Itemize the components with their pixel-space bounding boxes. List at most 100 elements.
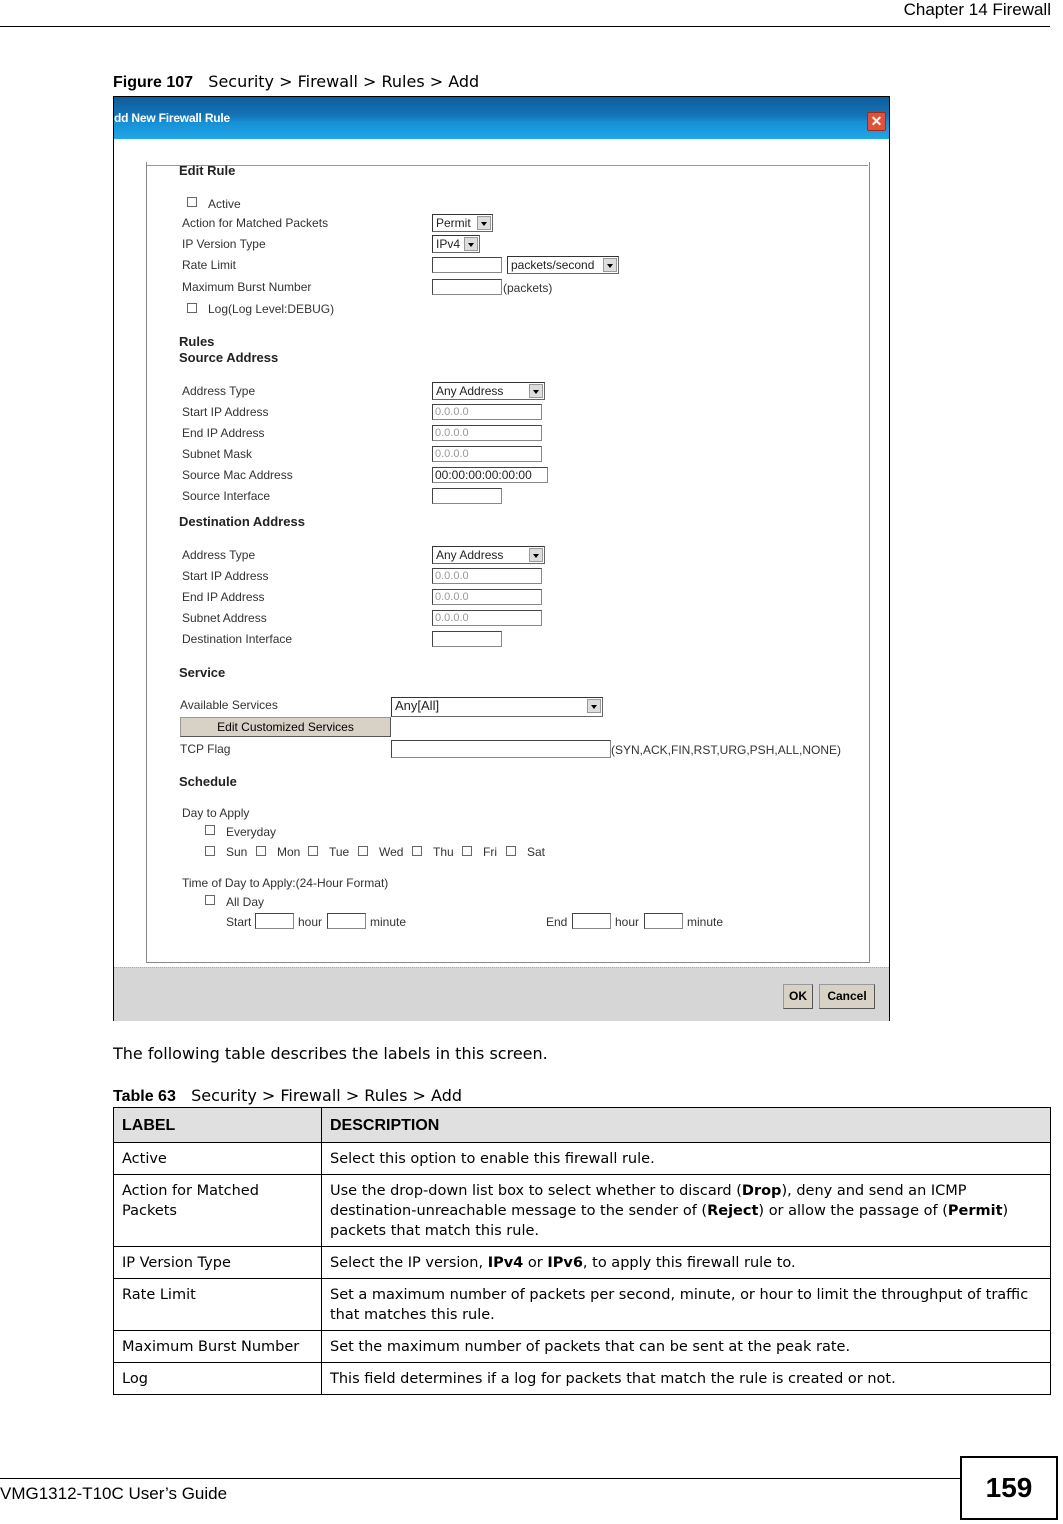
dst-address-type-value: Any Address	[436, 548, 504, 562]
chevron-down-icon	[464, 237, 478, 251]
cancel-button[interactable]: Cancel	[819, 984, 875, 1009]
day-checkbox-wed[interactable]	[358, 846, 368, 856]
text: or	[523, 1255, 548, 1271]
available-services-select[interactable]: Any[All]	[391, 697, 603, 717]
end-minute-input[interactable]	[644, 913, 683, 929]
src-start-ip-input[interactable]: 0.0.0.0	[432, 404, 542, 420]
log-checkbox[interactable]	[187, 303, 197, 313]
action-select[interactable]: Permit	[432, 214, 493, 232]
guide-title: VMG1312-T10C User’s Guide	[0, 1484, 228, 1503]
table-caption: Table 63 Security > Firewall > Rules > A…	[113, 1086, 462, 1106]
source-address-heading: Source Address	[179, 350, 279, 365]
all-day-checkbox[interactable]	[205, 895, 215, 905]
ip-version-select[interactable]: IPv4	[432, 235, 480, 253]
footer-rule	[0, 1478, 960, 1479]
log-label: Log(Log Level:DEBUG)	[208, 302, 335, 316]
chapter-title: Chapter 14 Firewall	[903, 0, 1051, 19]
dialog-title: dd New Firewall Rule	[114, 111, 231, 125]
day-to-apply-label: Day to Apply	[182, 806, 250, 820]
day-label-fri: Fri	[483, 845, 497, 859]
dst-end-ip-input[interactable]: 0.0.0.0	[432, 589, 542, 605]
everyday-label: Everyday	[226, 825, 277, 839]
destination-address-heading: Destination Address	[179, 514, 305, 529]
text: , to apply this firewall rule to.	[582, 1255, 796, 1271]
dst-interface-label: Destination Interface	[182, 632, 293, 646]
src-end-ip-input[interactable]: 0.0.0.0	[432, 425, 542, 441]
term-drop: Drop	[741, 1183, 782, 1199]
term-ipv4: IPv4	[487, 1255, 524, 1271]
table-row: Maximum Burst Number Set the maximum num…	[113, 1330, 1051, 1363]
row-label: Rate Limit	[113, 1278, 322, 1331]
rate-limit-input[interactable]	[432, 257, 502, 273]
start-minute-input[interactable]	[327, 913, 366, 929]
rate-limit-label: Rate Limit	[182, 258, 237, 272]
ok-button[interactable]: OK	[783, 984, 813, 1009]
row-description: Set a maximum number of packets per seco…	[321, 1278, 1051, 1331]
dialog-footer: OK Cancel	[114, 967, 889, 1021]
day-checkbox-fri[interactable]	[462, 846, 472, 856]
everyday-checkbox[interactable]	[205, 825, 215, 835]
active-checkbox[interactable]	[187, 197, 197, 207]
rate-unit-select-value: packets/second	[511, 258, 595, 272]
header-description: DESCRIPTION	[321, 1107, 1051, 1143]
row-description: Select the IP version, IPv4 or IPv6, to …	[321, 1246, 1051, 1279]
day-checkbox-thu[interactable]	[412, 846, 422, 856]
all-day-label: All Day	[226, 895, 265, 909]
row-description: Set the maximum number of packets that c…	[321, 1330, 1051, 1363]
src-address-type-select[interactable]: Any Address	[432, 382, 545, 400]
header-label: LABEL	[113, 1107, 322, 1143]
figure-number: Figure 107	[113, 74, 194, 91]
day-label-sat: Sat	[527, 845, 546, 859]
dst-subnet-input[interactable]: 0.0.0.0	[432, 610, 542, 626]
src-mac-label: Source Mac Address	[182, 468, 293, 482]
rate-unit-select[interactable]: packets/second	[507, 256, 619, 274]
close-icon[interactable]: ✕	[867, 112, 886, 131]
src-subnet-label: Subnet Mask	[182, 447, 253, 461]
text: Select the IP version,	[330, 1255, 488, 1271]
row-description: This field determines if a log for packe…	[321, 1362, 1051, 1395]
end-minute-label: minute	[687, 915, 724, 929]
src-subnet-input[interactable]: 0.0.0.0	[432, 446, 542, 462]
schedule-heading: Schedule	[179, 774, 237, 789]
table-number: Table 63	[113, 1088, 176, 1105]
table-header-row: LABEL DESCRIPTION	[113, 1107, 1051, 1143]
page-number: 159	[960, 1456, 1058, 1520]
src-address-type-value: Any Address	[436, 384, 504, 398]
burst-unit: (packets)	[503, 281, 553, 295]
end-hour-input[interactable]	[572, 913, 611, 929]
term-ipv6: IPv6	[547, 1255, 583, 1271]
burst-input[interactable]	[432, 279, 502, 295]
chevron-down-icon	[529, 548, 543, 562]
day-checkbox-sat[interactable]	[506, 846, 516, 856]
add-firewall-rule-dialog: dd New Firewall Rule ✕ Edit Rule Active …	[113, 96, 890, 1021]
start-minute-label: minute	[370, 915, 407, 929]
table-row: Rate Limit Set a maximum number of packe…	[113, 1278, 1051, 1331]
edit-rule-heading: Edit Rule	[179, 163, 236, 178]
text: Use the drop-down list box to select whe…	[330, 1183, 742, 1199]
chevron-down-icon	[477, 216, 491, 230]
term-reject: Reject	[707, 1203, 759, 1219]
start-label: Start	[226, 915, 252, 929]
src-mac-input[interactable]: 00:00:00:00:00:00	[432, 467, 548, 483]
src-end-ip-label: End IP Address	[182, 426, 265, 440]
dst-interface-input[interactable]	[432, 631, 502, 647]
start-hour-input[interactable]	[255, 913, 294, 929]
edit-customized-services-button[interactable]: Edit Customized Services	[180, 717, 391, 737]
day-checkbox-tue[interactable]	[308, 846, 318, 856]
day-checkbox-sun[interactable]	[205, 846, 215, 856]
tcp-flag-input[interactable]	[391, 740, 611, 758]
figure-caption: Figure 107 Security > Firewall > Rules >…	[113, 72, 479, 92]
row-label: Action for Matched Packets	[113, 1174, 322, 1247]
src-interface-input[interactable]	[432, 488, 502, 504]
end-hour-label: hour	[615, 915, 640, 929]
tcp-flag-label: TCP Flag	[180, 742, 231, 756]
start-hour-label: hour	[298, 915, 323, 929]
day-label-sun: Sun	[226, 845, 248, 859]
figure-title: Security > Firewall > Rules > Add	[208, 72, 480, 91]
dst-start-ip-input[interactable]: 0.0.0.0	[432, 568, 542, 584]
dst-address-type-select[interactable]: Any Address	[432, 546, 545, 564]
chevron-down-icon	[529, 384, 543, 398]
day-checkbox-mon[interactable]	[256, 846, 266, 856]
end-label: End	[546, 915, 568, 929]
dst-address-type-label: Address Type	[182, 548, 256, 562]
